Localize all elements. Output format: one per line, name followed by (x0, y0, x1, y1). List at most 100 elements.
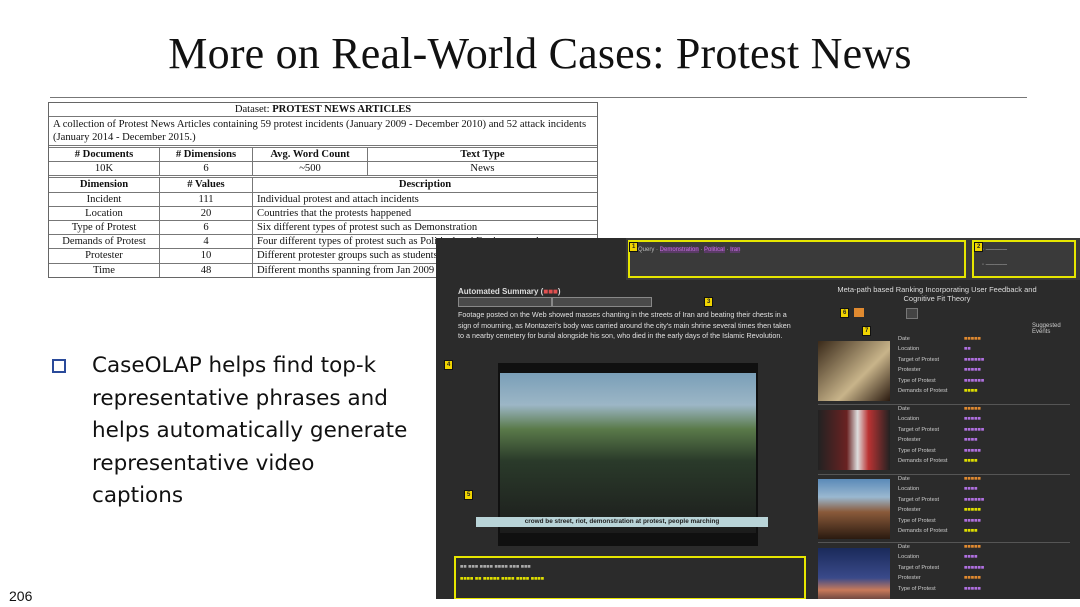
crowd-image (500, 373, 756, 533)
meta-row: Demands of Protest ■■■■ (898, 526, 984, 536)
meta-value: ■■■■■ (964, 416, 981, 423)
meta-row: Date ■■■■■ (898, 404, 984, 414)
event-thumbnail[interactable] (818, 548, 890, 599)
meta-key: Protester (898, 437, 921, 444)
event-thumbnail[interactable] (818, 341, 890, 401)
meta-key: Location (898, 554, 920, 561)
meta-value: ■■■■■ (964, 406, 981, 412)
meta-row: Target of Protest ■■■■■■ (898, 425, 984, 435)
meta-key: Target of Protest (898, 496, 940, 503)
meta-row: Location ■■■■■ (898, 414, 984, 424)
metadata-labels: ■■ ■■■ ■■■■ ■■■■ ■■■ ■■■ (460, 564, 531, 570)
system-screenshot: Query · Demonstration · Political · Iran… (436, 238, 1080, 599)
meta-value: ■■■■■ (964, 336, 981, 342)
dim-name: Location (85, 207, 123, 219)
meta-key: Demands of Protest (898, 528, 948, 535)
meta-value: ■■■■■■ (964, 356, 985, 363)
highlight-box (972, 240, 1076, 278)
meta-value: ■■■■■■ (964, 564, 985, 571)
meta-row: Type of Protest ■■■■■■ (898, 376, 984, 386)
meta-key: Date (898, 544, 910, 550)
summary-value: 6 (159, 162, 252, 176)
meta-value: ■■■■ (964, 528, 978, 535)
meta-value: ■■■■■ (964, 476, 981, 482)
meta-key: Target of Protest (898, 356, 940, 363)
query-option: ◦ ───── (982, 262, 1008, 268)
table-description: A collection of Protest News Articles co… (53, 119, 587, 143)
summary-header: # Documents (74, 149, 134, 160)
meta-key: Target of Protest (898, 564, 940, 571)
meta-row: Demands of Protest ■■■■ (898, 456, 984, 466)
summary-value: 10K (94, 163, 114, 175)
meta-key: Type of Protest (898, 517, 936, 524)
video-caption: crowd be street, riot, demonstration at … (476, 517, 768, 527)
summary-header: Avg. Word Count (252, 148, 367, 162)
meta-row: Target of Protest ■■■■■■ (898, 563, 984, 573)
event-thumbnail[interactable] (818, 479, 890, 539)
dim-name: Time (93, 264, 115, 276)
dim-values: 20 (159, 206, 252, 221)
meta-value: ■■■■■■ (964, 496, 985, 503)
summary-value: ~500 (252, 162, 367, 176)
metadata-values: ■■■■ ■■ ■■■■■ ■■■■ ■■■■ ■■■■ (460, 576, 545, 582)
summary-value: News (367, 162, 597, 176)
meta-value: ■■■■ (964, 486, 978, 493)
video-metadata-bar: ■■ ■■■ ■■■■ ■■■■ ■■■ ■■■ ■■■■ ■■ ■■■■■ ■… (454, 556, 806, 599)
meta-key: Type of Protest (898, 585, 936, 592)
summary-label: Automated Summary ( (458, 287, 544, 296)
meta-row: Protester ■■■■■ (898, 505, 984, 515)
dim-header: Description (252, 178, 597, 192)
query-option: ◦ ───── (982, 247, 1008, 253)
dim-name: Type of Protest (71, 222, 137, 234)
meta-row: Location ■■ (898, 344, 984, 354)
rank-button[interactable] (906, 308, 918, 319)
dim-header: Dimension (79, 179, 129, 191)
dim-values: 6 (159, 221, 252, 235)
dim-header: # Values (159, 178, 252, 192)
summary-header: Automated Summary (■■■) (458, 287, 561, 296)
meta-value: ■■■■ (964, 554, 978, 561)
meta-key: Date (898, 406, 910, 412)
meta-value: ■■■■ (964, 437, 978, 444)
highlight-box (628, 240, 966, 278)
badge: 6 (840, 308, 850, 318)
dim-desc: Countries that the protests happened (252, 206, 597, 221)
slide-title: More on Real-World Cases: Protest News (168, 29, 912, 78)
meta-value: ■■■■■ (964, 585, 981, 592)
meta-value: ■■■■■ (964, 367, 981, 374)
meta-value: ■■■■■ (964, 447, 981, 454)
meta-row: Type of Protest ■■■■■ (898, 446, 984, 456)
meta-value: ■■ (964, 346, 971, 353)
event-thumbnail[interactable] (818, 410, 890, 470)
meta-row: Protester ■■■■■ (898, 365, 984, 375)
event-meta: Date ■■■■■ Location ■■ Target of Protest ■■… (898, 334, 984, 396)
table-caption: Dataset: PROTEST NEWS ARTICLES (49, 103, 597, 116)
event-meta: Date ■■■■■ Location ■■■■ Target of Protest… (898, 542, 984, 594)
query-line: Query · Demonstration · Political · Iran (638, 247, 741, 253)
meta-value: ■■■■■ (964, 517, 981, 524)
dim-values: 48 (159, 263, 252, 277)
dim-desc: Individual protest and attach incidents (252, 192, 597, 206)
dim-values: 10 (159, 249, 252, 263)
meta-row: Target of Protest ■■■■■■ (898, 495, 984, 505)
meta-key: Type of Protest (898, 377, 936, 384)
dim-values: 4 (159, 235, 252, 249)
meta-row: Date ■■■■■ (898, 334, 984, 344)
meta-row: Protester ■■■■■ (898, 573, 984, 583)
meta-key: Location (898, 486, 920, 493)
query-bar: Query · Demonstration · Political · Iran… (626, 238, 1080, 280)
badge: 7 (862, 326, 872, 336)
bullet-box-icon (52, 359, 66, 373)
page-number: 206 (9, 588, 33, 604)
meta-key: Protester (898, 575, 921, 582)
meta-value: ■■■■■ (964, 507, 981, 514)
meta-key: Target of Protest (898, 426, 940, 433)
meta-key: Protester (898, 367, 921, 374)
dim-values: 111 (159, 192, 252, 206)
caption-name: PROTEST NEWS ARTICLES (272, 104, 412, 115)
rank-button[interactable] (854, 308, 864, 317)
summary-tag (552, 297, 652, 307)
meta-row: Date ■■■■■ (898, 474, 984, 484)
badge: 5 (464, 490, 474, 500)
meta-row: Protester ■■■■ (898, 435, 984, 445)
